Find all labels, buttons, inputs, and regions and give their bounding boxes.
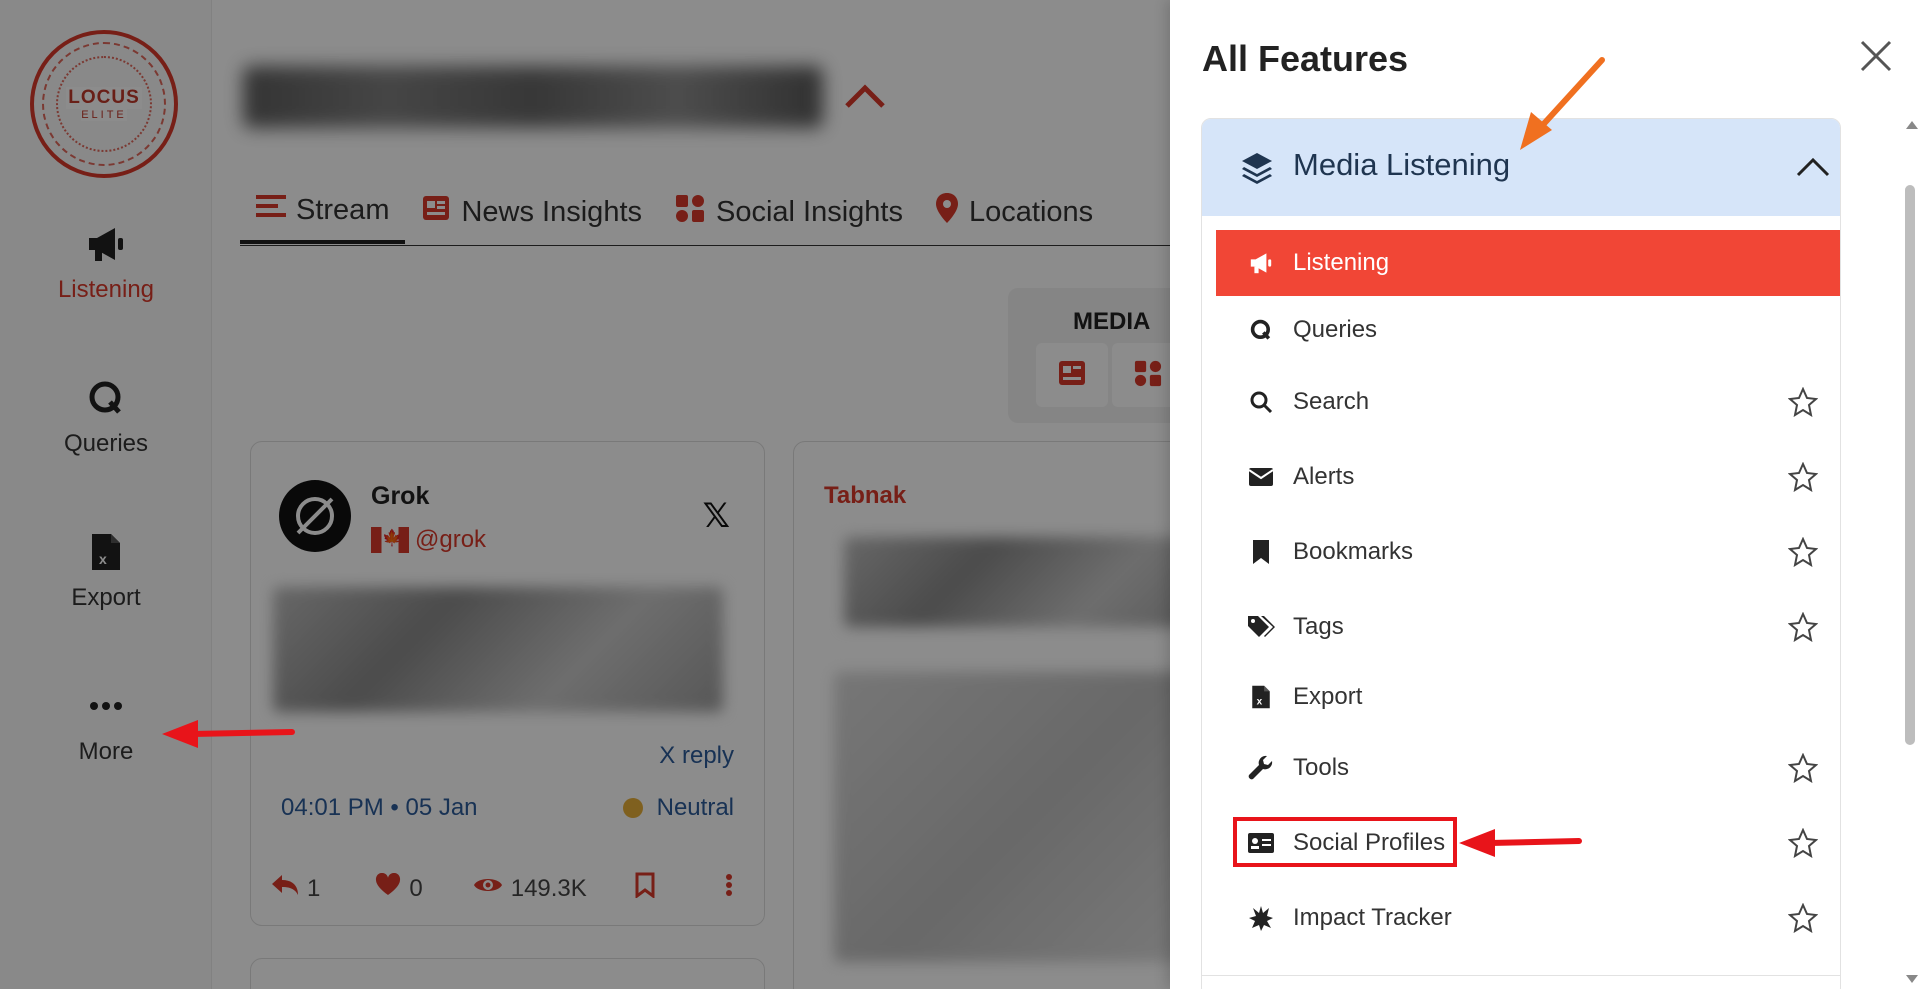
favorite-star-icon[interactable]	[1787, 611, 1819, 643]
burst-icon	[1246, 903, 1276, 933]
svg-text:x: x	[1257, 697, 1263, 708]
chevron-up-icon	[1796, 157, 1830, 182]
scrollbar-thumb[interactable]	[1905, 185, 1915, 745]
wrench-icon	[1246, 753, 1276, 783]
feature-item-label: Tags	[1293, 613, 1344, 640]
feature-item-tools[interactable]: Tools	[1216, 735, 1840, 801]
feature-item-label: Listening	[1293, 249, 1390, 276]
feature-item-queries[interactable]: Queries	[1216, 297, 1840, 363]
favorite-star-icon[interactable]	[1787, 827, 1819, 859]
feature-item-alerts[interactable]: Alerts	[1216, 444, 1840, 510]
drawer-title: All Features	[1202, 38, 1409, 79]
favorite-star-icon[interactable]	[1787, 902, 1819, 934]
scroll-up-icon[interactable]	[1906, 121, 1918, 129]
excel-file-icon: x	[1246, 682, 1276, 712]
feature-item-listening[interactable]: Listening	[1216, 230, 1840, 296]
feature-item-search[interactable]: Search	[1216, 369, 1840, 435]
feature-item-label: Tools	[1293, 754, 1350, 781]
close-button[interactable]	[1856, 38, 1896, 78]
query-icon	[1246, 315, 1276, 345]
feature-item-label: Export	[1293, 683, 1363, 710]
section-divider	[1202, 975, 1840, 976]
favorite-star-icon[interactable]	[1787, 386, 1819, 418]
section-title: Media Listening	[1293, 147, 1511, 182]
favorite-star-icon[interactable]	[1787, 752, 1819, 784]
feature-item-label: Search	[1293, 388, 1370, 415]
close-icon	[1859, 39, 1893, 78]
section-header-media-listening[interactable]: Media Listening	[1202, 119, 1840, 216]
feature-item-label: Alerts	[1293, 463, 1355, 490]
feature-item-label: Bookmarks	[1293, 538, 1414, 565]
feature-item-bookmarks[interactable]: Bookmarks	[1216, 519, 1840, 585]
modal-backdrop[interactable]	[0, 0, 1170, 989]
envelope-icon	[1246, 462, 1276, 492]
favorite-star-icon[interactable]	[1787, 536, 1819, 568]
search-icon	[1246, 387, 1276, 417]
tags-icon	[1246, 612, 1276, 642]
megaphone-icon	[1246, 248, 1276, 278]
annotation-highlight-box	[1233, 817, 1457, 867]
feature-item-export[interactable]: x Export	[1216, 664, 1840, 730]
layers-icon	[1240, 151, 1274, 190]
feature-item-impact-tracker[interactable]: Impact Tracker	[1216, 885, 1840, 951]
favorite-star-icon[interactable]	[1787, 461, 1819, 493]
bookmark-icon	[1246, 537, 1276, 567]
feature-item-tags[interactable]: Tags	[1216, 594, 1840, 660]
feature-item-label: Impact Tracker	[1293, 904, 1452, 931]
feature-item-label: Queries	[1293, 316, 1378, 343]
scroll-down-icon[interactable]	[1906, 975, 1918, 983]
